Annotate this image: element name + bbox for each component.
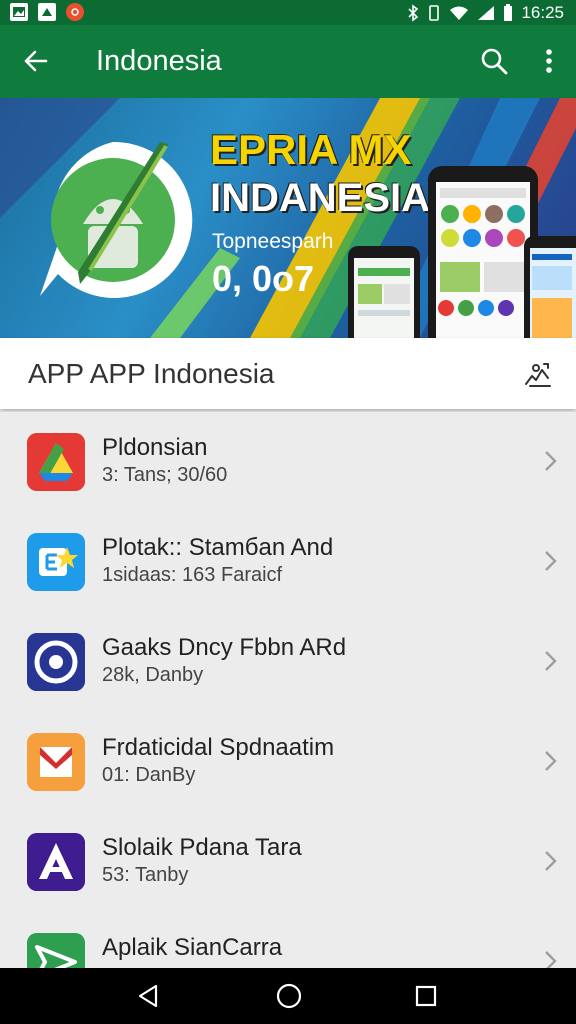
chevron-right-icon: [545, 951, 557, 968]
section-title: APP APP Indonesia: [28, 358, 275, 389]
banner-number: 0, 0o7: [212, 258, 315, 299]
chevron-right-icon: [545, 551, 557, 571]
list-item[interactable]: Pldonsian 3: Tans; 30/60: [0, 412, 576, 513]
bluetooth-icon: [408, 4, 419, 22]
send-app-icon: [27, 933, 85, 968]
battery-icon: [504, 4, 513, 21]
app-title: Frdaticidal Spdnaatim: [102, 734, 335, 761]
back-arrow-icon[interactable]: [22, 47, 50, 75]
phones-illustration: [348, 166, 576, 338]
drive-app-icon: [27, 433, 85, 491]
photo-notification-icon: [38, 3, 56, 21]
sort-icon[interactable]: [522, 358, 554, 390]
list-item[interactable]: Frdaticidal Spdnaatim 01: DanBy: [0, 712, 576, 813]
app-title: Pldonsian: [102, 434, 208, 461]
image-notification-icon: [10, 3, 28, 21]
app-title: Plotak:: Stamбan And: [102, 534, 334, 561]
chevron-right-icon: [545, 651, 557, 671]
section-header: APP APP Indonesia: [0, 338, 576, 409]
app-subtitle: 01: DanBy: [102, 764, 196, 786]
list-item[interactable]: Gaaks Dncy Fbbn ARd 28k, Danby: [0, 612, 576, 713]
more-options-icon[interactable]: [538, 47, 560, 75]
chevron-right-icon: [545, 451, 557, 471]
status-bar: 16:25: [0, 0, 576, 25]
app-subtitle: 53: Tanby: [102, 864, 189, 886]
editor-app-icon: [27, 533, 85, 591]
promo-banner[interactable]: EPRIA MX INDANESIA Topneesparh 0, 0o7: [0, 98, 576, 338]
notification-icons: [10, 3, 84, 21]
wifi-icon: [450, 6, 469, 20]
mail-app-icon: [27, 733, 85, 791]
search-icon[interactable]: [480, 47, 508, 75]
app-logo-icon: [40, 141, 193, 298]
letter-a-app-icon: [27, 833, 85, 891]
system-navigation-bar: [0, 968, 576, 1024]
app-list: Pldonsian 3: Tans; 30/60 Plotak:: Stamбa…: [0, 412, 576, 968]
list-item[interactable]: Plotak:: Stamбan And 1sidaas: 163 Faraic…: [0, 512, 576, 613]
signal-icon: [478, 6, 495, 20]
system-icons: 16:25: [407, 3, 564, 23]
chevron-right-icon: [545, 851, 557, 871]
app-toolbar: Indonesia: [0, 25, 576, 98]
nav-home-icon[interactable]: [275, 982, 303, 1010]
list-item[interactable]: Aplaik SianCarra: [0, 912, 576, 968]
app-title: Gaaks Dncy Fbbn ARd: [102, 634, 347, 661]
list-item[interactable]: Slolaik Pdana Tara 53: Tanby: [0, 812, 576, 913]
page-title: Indonesia: [96, 45, 222, 77]
app-title: Slolaik Pdana Tara: [102, 834, 302, 861]
app-title: Aplaik SianCarra: [102, 934, 283, 961]
app-subtitle: 1sidaas: 163 Faraicf: [102, 564, 283, 586]
app-subtitle: 28k, Danby: [102, 664, 204, 686]
status-time: 16:25: [521, 3, 564, 22]
target-app-icon: [27, 633, 85, 691]
chevron-right-icon: [545, 751, 557, 771]
app-subtitle: 3: Tans; 30/60: [102, 464, 228, 486]
vibrate-icon: [429, 5, 440, 21]
nav-recents-icon[interactable]: [412, 982, 440, 1010]
app-notification-icon: [66, 3, 84, 21]
banner-subtitle: Topneesparh: [212, 230, 334, 253]
nav-back-icon[interactable]: [134, 982, 162, 1010]
